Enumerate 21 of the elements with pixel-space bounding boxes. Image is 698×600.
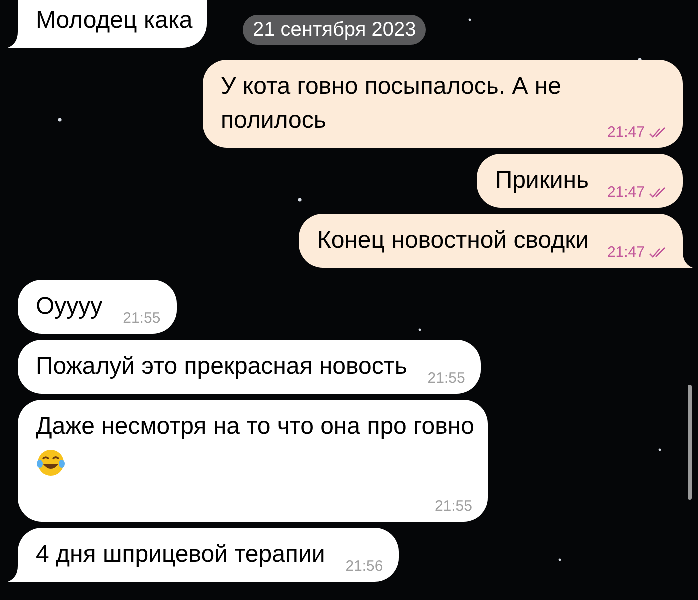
date-label: 21 сентября 2023 [243, 15, 426, 45]
message-text: Даже несмотря на то что она про говно [36, 413, 474, 440]
message-time: 21:47 [607, 185, 645, 200]
message-time: 21:55 [428, 371, 466, 386]
message-text: Конец новостной сводки [317, 227, 589, 254]
double-check-icon [649, 186, 667, 198]
message-text: У кота говно посыпалось. А не полилось [221, 73, 562, 134]
message-text: Прикинь [495, 167, 589, 194]
double-check-icon [649, 246, 667, 258]
double-check-icon [649, 126, 667, 138]
scrollbar[interactable] [688, 385, 692, 500]
message-text: 4 дня шприцевой терапии [36, 541, 326, 568]
message-text: Оуууу [36, 293, 103, 320]
laughing-emoji-icon [36, 448, 66, 478]
message-time: 21:56 [346, 559, 384, 574]
message-time: 21:55 [434, 499, 472, 514]
message-time: 21:47 [607, 125, 645, 140]
message-text: Молодец кака [36, 7, 193, 34]
message-text: Пожалуй это прекрасная новость [36, 353, 408, 380]
message-time: 21:47 [607, 245, 645, 260]
message-time: 21:55 [123, 311, 161, 326]
